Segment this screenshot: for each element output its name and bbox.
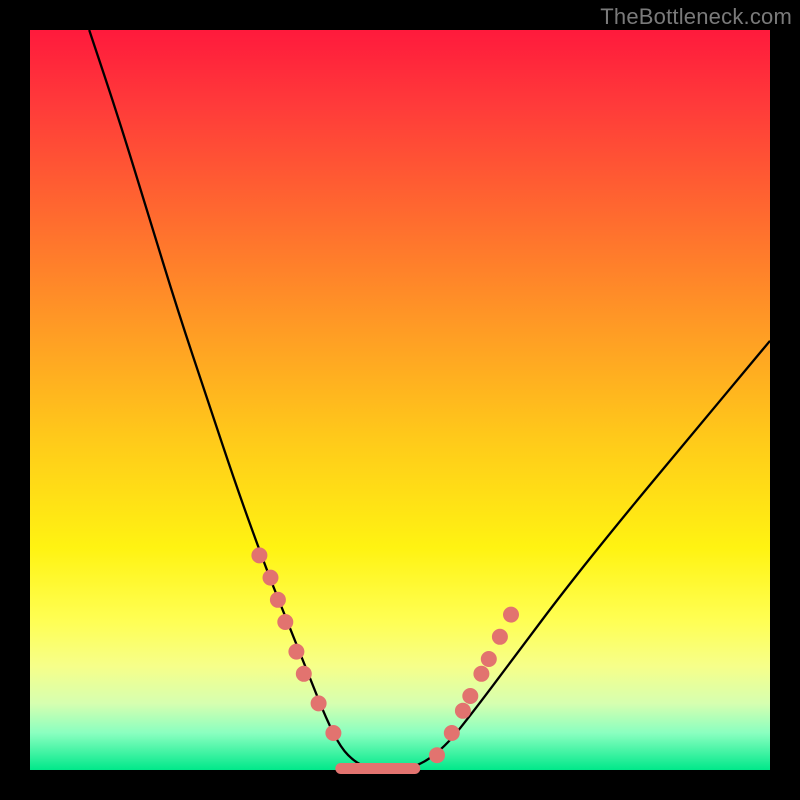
watermark-text: TheBottleneck.com: [600, 4, 792, 30]
bottleneck-curve: [89, 30, 770, 769]
highlight-dot: [444, 726, 459, 741]
highlight-dot: [263, 570, 278, 585]
chart-frame: TheBottleneck.com: [0, 0, 800, 800]
highlight-dot: [474, 666, 489, 681]
plot-area: [30, 30, 770, 770]
highlight-dot: [481, 652, 496, 667]
highlight-dot: [289, 644, 304, 659]
highlight-dot: [270, 592, 285, 607]
highlight-dots-group: [252, 548, 519, 763]
curve-svg: [30, 30, 770, 770]
highlight-dot: [504, 607, 519, 622]
highlight-dot: [463, 689, 478, 704]
highlight-dot: [492, 629, 507, 644]
highlight-dot: [455, 703, 470, 718]
highlight-dot: [430, 748, 445, 763]
highlight-dot: [252, 548, 267, 563]
highlight-dot: [278, 615, 293, 630]
highlight-dot: [311, 696, 326, 711]
highlight-dot: [326, 726, 341, 741]
highlight-dot: [296, 666, 311, 681]
